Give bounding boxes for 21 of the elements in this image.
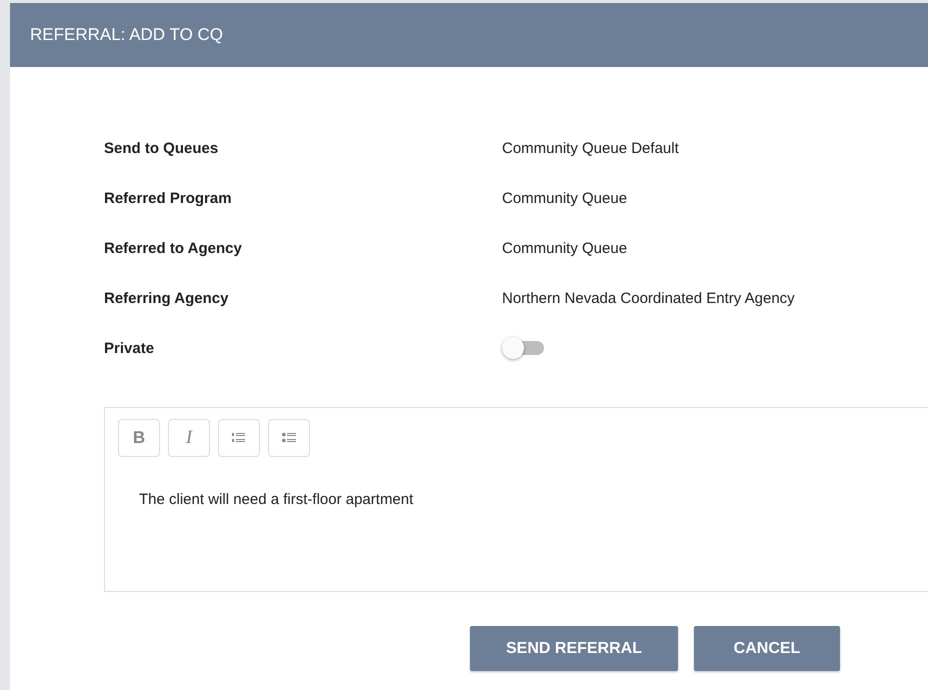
- field-label: Private: [104, 340, 156, 356]
- dialog-title: REFERRAL: ADD TO CQ: [30, 25, 224, 45]
- action-button[interactable]: CANCEL: [694, 626, 840, 671]
- field-value: Community Queue: [502, 190, 628, 206]
- bold-button[interactable]: B: [118, 419, 160, 457]
- bulleted-list-button[interactable]: [268, 419, 310, 457]
- field-label: Referred Program: [104, 190, 233, 206]
- field-value: Community Queue: [502, 240, 628, 256]
- text-editor[interactable]: B I The client will need a first-floor apartment: [104, 407, 928, 592]
- numbered-list-button[interactable]: [218, 419, 260, 457]
- field-label: Referring Agency: [104, 290, 230, 306]
- action-button[interactable]: SEND REFERRAL: [470, 626, 678, 671]
- field-label: Referred to Agency: [104, 240, 243, 256]
- bulleted-list-icon: [282, 432, 296, 444]
- numbered-list-icon: [232, 432, 246, 444]
- field-label: Send to Queues: [104, 140, 220, 156]
- field-value: Northern Nevada Coordinated Entry Agency: [502, 290, 795, 306]
- field-value: Community Queue Default: [502, 140, 679, 156]
- italic-button[interactable]: I: [168, 419, 210, 457]
- editor-text: The client will need a first-floor apartment: [139, 491, 414, 508]
- toggle-switch[interactable]: [502, 337, 546, 359]
